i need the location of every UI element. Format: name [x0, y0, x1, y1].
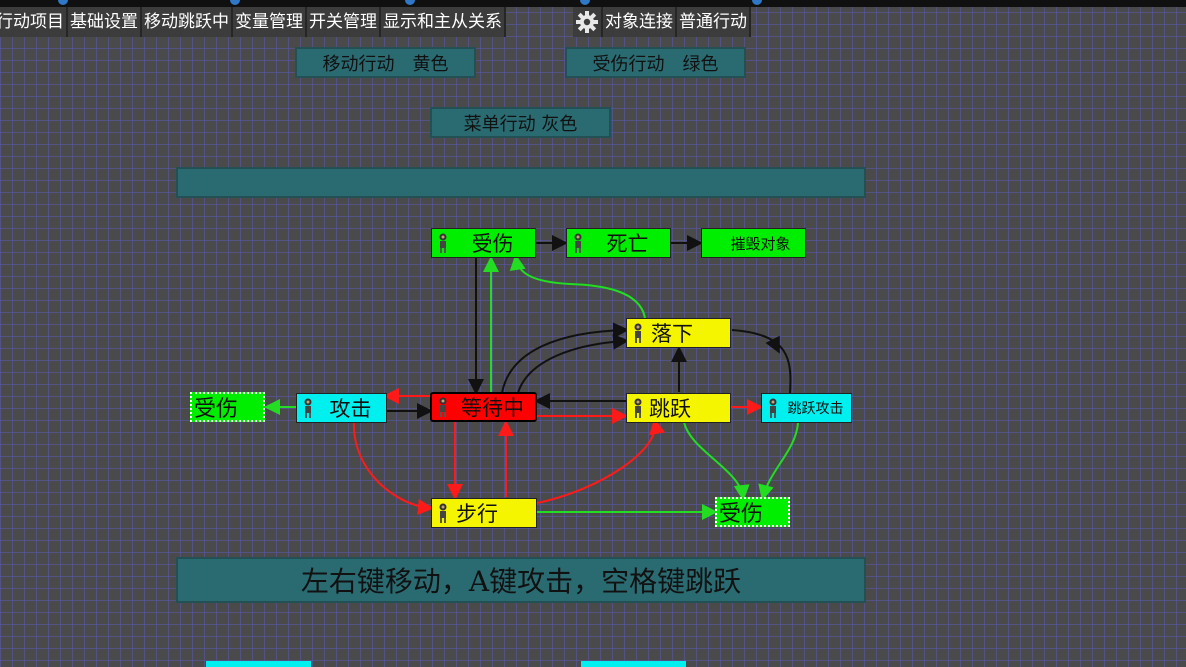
node-walk[interactable]: 步行	[431, 498, 537, 528]
node-damage-left[interactable]: 受伤	[190, 392, 265, 422]
edge-attack-to-walk	[352, 421, 434, 515]
character-icon	[634, 323, 642, 343]
edge-waiting-to-fall-2	[517, 333, 629, 394]
node-label: 步行	[456, 502, 498, 526]
node-label: 死亡	[606, 232, 649, 256]
node-label: 跳跃攻击	[787, 401, 844, 417]
edge-walk-to-jump	[536, 418, 665, 504]
character-icon	[634, 398, 642, 418]
node-label: 摧毁对象	[730, 234, 791, 253]
edge-jumpattack-to-damage	[758, 422, 799, 501]
node-fall[interactable]: 落下	[626, 318, 731, 348]
node-partial-left[interactable]	[206, 661, 311, 667]
node-label: 受伤	[719, 502, 764, 527]
node-attack[interactable]: 攻击	[296, 393, 387, 423]
edge-jump-to-damage	[683, 421, 750, 501]
character-icon	[574, 233, 582, 253]
node-death[interactable]: 死亡	[566, 228, 671, 258]
character-icon	[769, 398, 777, 418]
node-label: 攻击	[329, 397, 372, 421]
character-icon	[304, 398, 312, 418]
node-label: 等待中	[461, 396, 524, 420]
node-label: 受伤	[194, 397, 239, 422]
flow-edges	[264, 235, 799, 520]
character-icon	[439, 397, 447, 417]
node-label: 跳跃	[649, 397, 691, 421]
character-icon	[439, 233, 447, 253]
character-icon	[439, 503, 447, 523]
node-label: 受伤	[471, 232, 514, 256]
edge-fall-to-damage	[509, 254, 646, 319]
node-jump[interactable]: 跳跃	[626, 393, 731, 423]
node-partial-right[interactable]	[581, 661, 686, 667]
edge-waiting-to-fall-1	[501, 322, 629, 394]
node-label: 落下	[651, 322, 693, 346]
node-waiting[interactable]: 等待中	[430, 392, 537, 422]
edge-jumpattack-to-fall	[731, 329, 792, 394]
node-damage-top[interactable]: 受伤	[431, 228, 536, 258]
node-jump-attack[interactable]: 跳跃攻击	[761, 393, 852, 423]
node-damage-bottom[interactable]: 受伤	[715, 497, 790, 527]
node-destroy[interactable]: 摧毁对象	[701, 228, 806, 258]
